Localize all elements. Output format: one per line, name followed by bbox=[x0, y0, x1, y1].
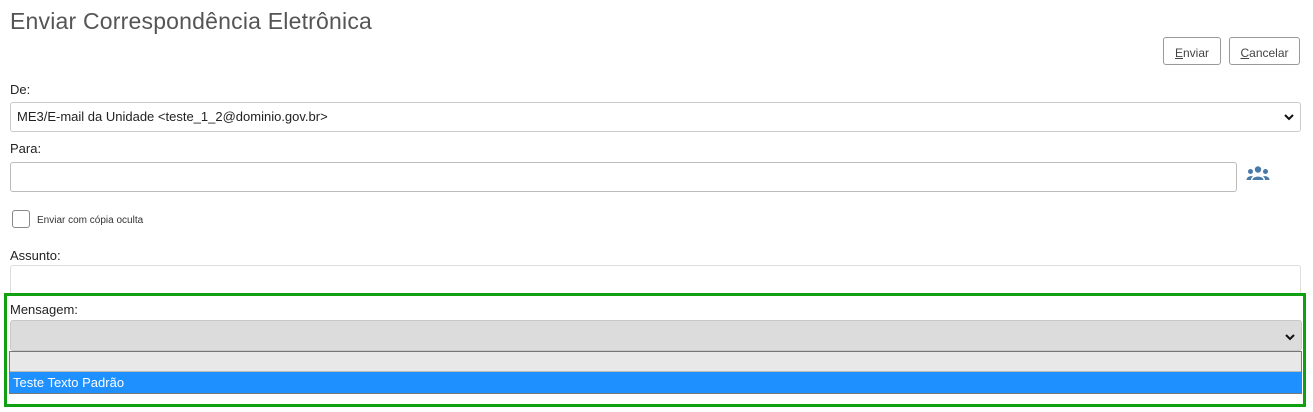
bcc-checkbox[interactable] bbox=[12, 210, 30, 228]
dropdown-option-selected[interactable]: Teste Texto Padrão bbox=[10, 372, 1301, 393]
message-select[interactable] bbox=[10, 320, 1302, 351]
cancel-label-rest: ancelar bbox=[1249, 46, 1289, 60]
send-label-rest: nviar bbox=[1183, 46, 1210, 60]
subject-label: Assunto: bbox=[10, 248, 61, 263]
chevron-down-icon bbox=[1284, 114, 1294, 121]
message-label: Mensagem: bbox=[10, 302, 78, 317]
chevron-down-icon bbox=[1285, 334, 1295, 341]
dropdown-option[interactable] bbox=[10, 352, 1301, 372]
to-label: Para: bbox=[10, 141, 42, 156]
page: Enviar Correspondência Eletrônica Enviar… bbox=[0, 0, 1313, 412]
message-dropdown-list: Teste Texto Padrão bbox=[9, 351, 1302, 394]
send-accesskey: E bbox=[1174, 46, 1183, 60]
subject-field[interactable] bbox=[10, 265, 1301, 295]
from-label: De: bbox=[10, 82, 31, 97]
from-select[interactable]: ME3/E-mail da Unidade <teste_1_2@dominio… bbox=[10, 102, 1301, 132]
send-button[interactable]: Enviar bbox=[1163, 37, 1221, 65]
cancel-button[interactable]: Cancelar bbox=[1229, 37, 1300, 65]
from-select-value: ME3/E-mail da Unidade <teste_1_2@dominio… bbox=[17, 109, 328, 124]
group-icon[interactable] bbox=[1246, 165, 1270, 183]
page-title: Enviar Correspondência Eletrônica bbox=[10, 8, 373, 34]
cancel-accesskey: C bbox=[1240, 46, 1250, 60]
bcc-label: Enviar com cópia oculta bbox=[37, 215, 144, 226]
to-field[interactable] bbox=[10, 162, 1237, 192]
